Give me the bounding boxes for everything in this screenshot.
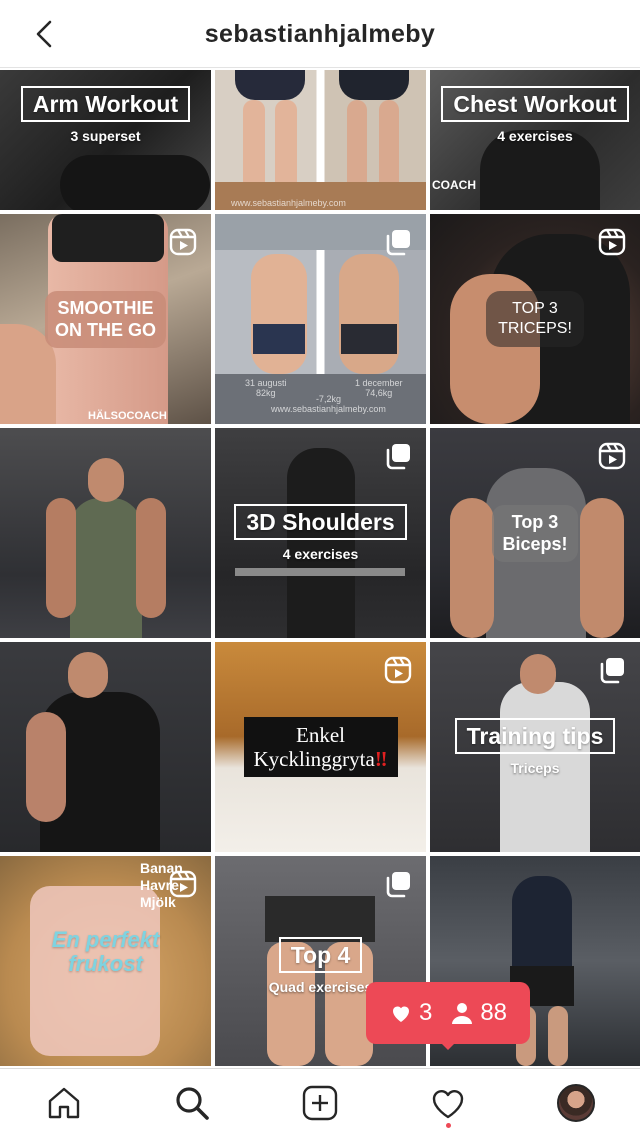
nav-activity-button[interactable] [428, 1083, 468, 1123]
carousel-icon [598, 656, 626, 684]
post-arm-workout[interactable]: Arm Workout 3 superset [0, 70, 211, 210]
nav-new-post-button[interactable] [300, 1083, 340, 1123]
search-icon [176, 1087, 209, 1120]
heart-icon [392, 1006, 409, 1022]
post-transformation[interactable]: 31 augusti 82kg 1 december 74,6kg -7,2kg… [215, 214, 426, 424]
post-subtitle: Quad exercises [268, 979, 373, 996]
carousel-icon [384, 228, 412, 256]
carousel-icon [384, 442, 412, 470]
post-title: Training tips [454, 717, 616, 755]
post-title: Arm Workout [20, 86, 191, 123]
post-top3-triceps[interactable]: TOP 3 TRICEPS! [430, 214, 640, 424]
likes-count: 3 [418, 999, 433, 1026]
post-kycklinggryta[interactable]: Enkel Kycklinggryta‼ [215, 642, 426, 852]
post-training-tips[interactable]: Training tips Triceps [430, 642, 640, 852]
nav-home-button[interactable] [44, 1083, 84, 1123]
post-title: SMOOTHIE ON THE GO [44, 290, 166, 348]
caption-center: -7,2kg www.sebastianhjalmeby.com [271, 394, 386, 414]
home-icon [48, 1087, 80, 1119]
posts-grid: Arm Workout 3 superset www.sebastianhjal… [0, 70, 640, 1068]
post-title: Chest Workout [441, 86, 629, 123]
post-smoothie[interactable]: SMOOTHIE ON THE GO HÄLSOCOACH [0, 214, 211, 424]
reel-icon [384, 656, 412, 684]
post-title: Enkel Kycklinggryta‼ [243, 716, 398, 778]
profile-username: sebastianhjalmeby [204, 20, 436, 48]
person-icon [452, 1003, 473, 1024]
post-perfekt-frukost[interactable]: Banan Havre Mjölk En perfekt frukost [0, 856, 211, 1066]
nav-search-button[interactable] [172, 1083, 212, 1123]
activity-notification[interactable]: 3 88 [366, 982, 530, 1044]
corner-text: COACH [432, 178, 476, 192]
post-title: En perfekt frukost [51, 927, 160, 977]
exclamation-icon: ‼ [374, 747, 388, 771]
bottom-nav [0, 1068, 640, 1138]
reel-icon [169, 870, 197, 898]
reel-icon [598, 228, 626, 256]
post-subtitle: 3 superset [70, 128, 141, 145]
post-3d-shoulders[interactable]: 3D Shoulders 4 exercises [215, 428, 426, 638]
post-gym-selfie[interactable] [0, 428, 211, 638]
reel-icon [598, 442, 626, 470]
post-title: 3D Shoulders [234, 503, 407, 541]
profile-avatar[interactable] [557, 1084, 595, 1122]
post-title: Top 3 Biceps! [492, 504, 578, 562]
activity-indicator-dot [446, 1123, 451, 1128]
post-subtitle: 4 exercises [282, 546, 359, 563]
post-title: TOP 3 TRICEPS! [486, 291, 584, 347]
post-legs-progress[interactable]: www.sebastianhjalmeby.com [215, 70, 426, 210]
watermark: www.sebastianhjalmeby.com [231, 198, 346, 208]
post-phone-pose[interactable] [0, 642, 211, 852]
bottom-text: HÄLSOCOACH [88, 410, 167, 422]
follows-count: 88 [480, 999, 508, 1026]
notification-pointer [440, 1042, 456, 1050]
post-top3-biceps[interactable]: Top 3 Biceps! [430, 428, 640, 638]
top-bar: sebastianhjalmeby [0, 0, 640, 68]
post-title: Top 4 [278, 936, 363, 974]
post-subtitle: Triceps [510, 760, 560, 777]
activity-heart-icon [432, 1090, 464, 1119]
post-subtitle: 4 exercises [497, 128, 573, 145]
add-post-icon [302, 1085, 338, 1121]
post-chest-workout[interactable]: Chest Workout 4 exercises COACH [430, 70, 640, 210]
carousel-icon [384, 870, 412, 898]
reel-icon [169, 228, 197, 256]
